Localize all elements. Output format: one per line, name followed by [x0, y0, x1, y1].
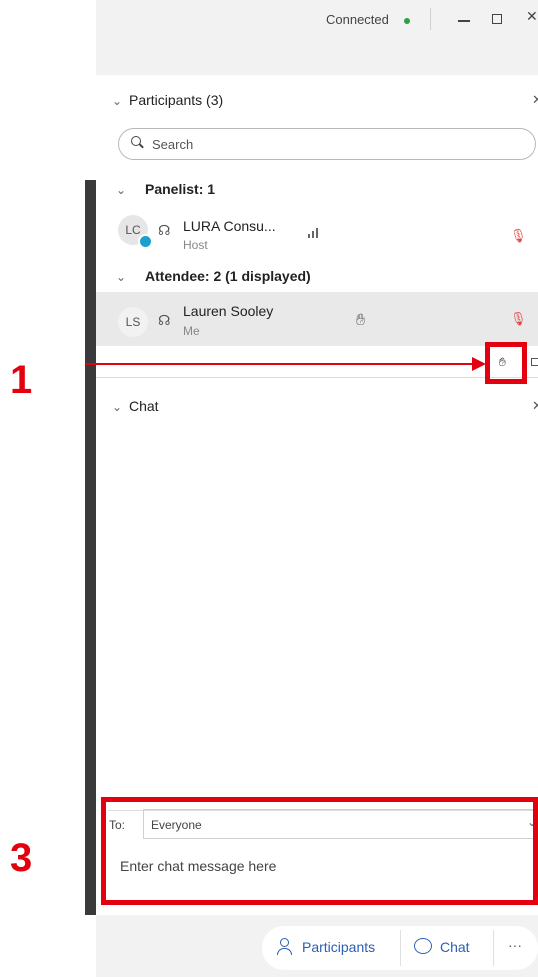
participant-name: Lauren Sooley	[183, 303, 274, 319]
title-bar	[96, 0, 538, 75]
avatar: LS	[118, 307, 148, 337]
search-placeholder: Search	[152, 137, 194, 152]
title-divider	[430, 8, 431, 30]
chevron-down-icon[interactable]: ⌄	[112, 94, 122, 108]
attendee-group-header[interactable]: Attendee: 2 (1 displayed)	[145, 268, 311, 284]
callout-box-3	[101, 797, 538, 905]
reaction-more-icon[interactable]	[531, 358, 538, 366]
chat-bubble-icon	[414, 938, 432, 954]
window-edge	[85, 180, 96, 915]
participants-header[interactable]: Participants (3)	[129, 92, 223, 108]
callout-number-1: 1	[10, 358, 33, 402]
chevron-down-icon[interactable]: ⌄	[112, 400, 122, 414]
more-options-button[interactable]: ···	[508, 937, 522, 953]
close-icon[interactable]: ✕	[526, 8, 538, 25]
chevron-down-icon[interactable]: ⌄	[116, 270, 126, 284]
restore-icon[interactable]	[492, 14, 502, 24]
muted-mic-icon[interactable]: 🎙︎	[510, 228, 527, 244]
muted-mic-icon[interactable]: 🎙︎	[510, 311, 527, 327]
toolbar-divider	[493, 930, 494, 966]
minimize-icon[interactable]	[458, 20, 470, 22]
panelist-group-header[interactable]: Panelist: 1	[145, 181, 215, 197]
chevron-down-icon[interactable]: ⌄	[116, 183, 126, 197]
close-participants-icon[interactable]: ✕	[532, 92, 538, 108]
participant-role: Host	[183, 238, 208, 252]
section-divider	[96, 377, 538, 378]
callout-box-1	[485, 342, 527, 384]
participants-button[interactable]: Participants	[302, 939, 375, 955]
chat-header[interactable]: Chat	[129, 398, 159, 414]
raise-hand-button-icon[interactable]: ✋︎	[499, 355, 506, 370]
close-chat-icon[interactable]: ✕	[532, 398, 538, 414]
headset-icon: ☊	[158, 222, 171, 238]
connection-status: Connected	[326, 12, 389, 27]
presence-badge-icon	[138, 234, 153, 249]
callout-number-3: 3	[10, 836, 33, 880]
toolbar-divider	[400, 930, 401, 966]
chat-button[interactable]: Chat	[440, 939, 470, 955]
raised-hand-icon: ✋︎	[356, 312, 366, 329]
callout-arrow-line	[86, 363, 476, 365]
participant-role: Me	[183, 324, 200, 338]
participants-icon	[277, 938, 295, 956]
side-panel	[96, 75, 538, 915]
connected-dot-icon	[404, 18, 410, 24]
callout-arrow-head	[472, 357, 486, 371]
headset-icon: ☊	[158, 312, 171, 328]
signal-bars-icon	[308, 228, 320, 238]
participant-name: LURA Consu...	[183, 218, 276, 234]
